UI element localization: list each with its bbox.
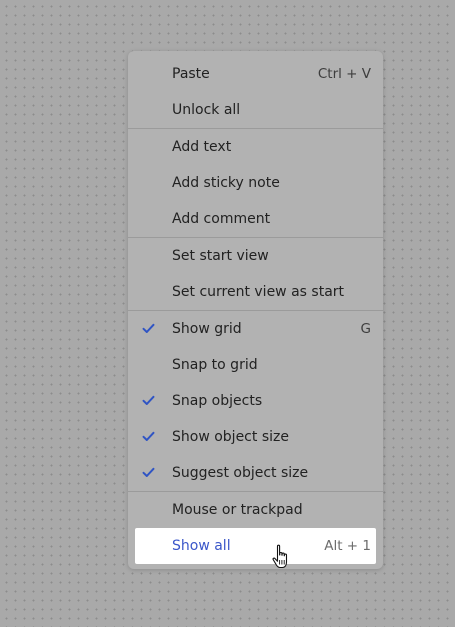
menu-item-label: Mouse or trackpad — [172, 502, 303, 518]
menu-item-label: Suggest object size — [172, 465, 309, 481]
menu-item-label: Add sticky note — [172, 175, 280, 191]
menu-item-shortcut: Alt + 1 — [324, 538, 371, 554]
check-icon — [142, 395, 155, 405]
menu-item-mouse-or-trackpad[interactable]: Mouse or trackpad — [135, 492, 376, 528]
menu-item-label: Set start view — [172, 248, 269, 264]
menu-item-unlock-all[interactable]: Unlock all — [135, 92, 376, 128]
menu-item-label: Show object size — [172, 429, 289, 445]
menu-item-label: Add comment — [172, 211, 271, 227]
menu-item-suggest-object-size[interactable]: Suggest object size — [135, 455, 376, 491]
menu-item-set-current-view-as-start[interactable]: Set current view as start — [135, 274, 376, 310]
check-icon — [142, 431, 155, 441]
menu-item-add-comment[interactable]: Add comment — [135, 201, 376, 237]
menu-item-show-object-size[interactable]: Show object size — [135, 419, 376, 455]
menu-item-add-sticky-note[interactable]: Add sticky note — [135, 165, 376, 201]
menu-item-label: Snap objects — [172, 393, 263, 409]
menu-item-label: Add text — [172, 139, 232, 155]
menu-item-show-all[interactable]: Show all Alt + 1 — [135, 528, 376, 564]
menu-item-label: Unlock all — [172, 102, 241, 118]
check-icon — [142, 467, 155, 477]
menu-item-shortcut: G — [360, 321, 371, 337]
menu-item-label: Snap to grid — [172, 357, 258, 373]
menu-item-snap-objects[interactable]: Snap objects — [135, 383, 376, 419]
menu-item-label: Show all — [172, 538, 231, 554]
menu-item-set-start-view[interactable]: Set start view — [135, 238, 376, 274]
menu-item-add-text[interactable]: Add text — [135, 129, 376, 165]
menu-item-label: Paste — [172, 66, 210, 82]
menu-item-label: Show grid — [172, 321, 242, 337]
menu-item-show-grid[interactable]: Show grid G — [135, 311, 376, 347]
context-menu: Paste Ctrl + V Unlock all Add text Add s… — [128, 51, 383, 569]
menu-item-snap-to-grid[interactable]: Snap to grid — [135, 347, 376, 383]
check-icon — [142, 323, 155, 333]
menu-item-shortcut: Ctrl + V — [317, 66, 371, 82]
menu-item-label: Set current view as start — [172, 284, 345, 300]
menu-item-paste[interactable]: Paste Ctrl + V — [135, 56, 376, 92]
